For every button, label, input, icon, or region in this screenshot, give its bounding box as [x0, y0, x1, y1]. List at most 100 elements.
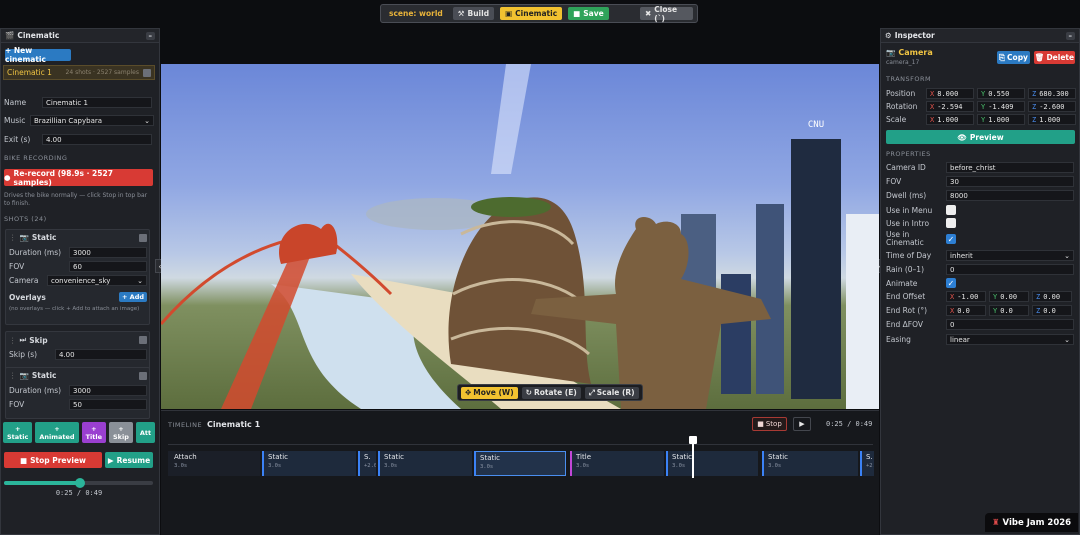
duration-input[interactable]: 3000 — [69, 385, 147, 396]
segment-title: Static — [480, 454, 501, 462]
scale-z-value: 1.000 — [1039, 115, 1061, 124]
fov-label: FOV — [886, 177, 902, 186]
save-button[interactable]: ■ Save — [568, 7, 609, 20]
progress-slider[interactable] — [4, 478, 153, 488]
cinematic-item-meta: 24 shots · 2527 samples — [65, 69, 139, 76]
add-shot-button[interactable]: + Skip — [109, 422, 133, 443]
preview-button[interactable]: 👁 Preview — [886, 130, 1075, 144]
3d-viewport[interactable]: CNU ✥ Move (W) ↻ Rotate (E) ⤢ Scale (R) — [161, 64, 879, 409]
fov-input[interactable]: 60 — [69, 261, 147, 272]
end-offset-x-value: -1.00 — [957, 292, 979, 301]
rotation-z-input[interactable]: Z -2.600 — [1028, 101, 1076, 112]
timeline-segment[interactable]: S. +2.0 — [860, 451, 874, 476]
time-of-day-select[interactable]: inherit ⌄ — [946, 250, 1074, 261]
stop-preview-button[interactable]: ■ Stop Preview — [4, 452, 102, 468]
use-in-cinematic-checkbox[interactable]: ✓ — [946, 234, 956, 244]
trash-icon[interactable] — [139, 233, 147, 242]
scale-x-input[interactable]: X 1.000 — [926, 114, 974, 125]
rotation-y-input[interactable]: Y -1.409 — [977, 101, 1025, 112]
cinematic-list-item[interactable]: Cinematic 1 24 shots · 2527 samples — [3, 65, 155, 80]
timeline-stop-button[interactable]: ■ Stop — [752, 417, 787, 431]
end-rot-y-input[interactable]: Y 0.0 — [989, 305, 1029, 316]
cinematic-panel-header: 🎬 Cinematic – — [1, 29, 159, 43]
position-y-input[interactable]: Y 0.550 — [977, 88, 1025, 99]
add-shot-button[interactable]: + Animated — [35, 422, 79, 443]
end-offset-z-input[interactable]: Z 0.00 — [1032, 291, 1072, 302]
timeline-stop-label: Stop — [765, 420, 782, 428]
progress-fill — [4, 481, 80, 485]
end-dfov-input[interactable]: 0 — [946, 319, 1074, 330]
position-z-input[interactable]: Z 680.300 — [1028, 88, 1076, 99]
add-shot-button[interactable]: + Title — [81, 422, 106, 443]
new-cinematic-button[interactable]: + New cinematic — [5, 46, 71, 64]
timeline-play-button[interactable]: ▶ — [793, 417, 811, 431]
end-rot-z-input[interactable]: Z 0.0 — [1032, 305, 1072, 316]
rotation-x-input[interactable]: X -2.594 — [926, 101, 974, 112]
close-button[interactable]: ✖ Close (`) — [640, 5, 693, 23]
scale-y-input[interactable]: Y 1.000 — [977, 114, 1025, 125]
tool-button[interactable]: ✥ Move (W) — [461, 386, 518, 399]
timeline-segment[interactable]: Static 3.0s — [262, 451, 356, 476]
add-shot-button[interactable]: Att — [135, 422, 156, 443]
dwell-input[interactable]: 8000 — [946, 190, 1074, 201]
timeline-segment[interactable]: Static 3.0s — [378, 451, 472, 476]
bike-recording-heading: BIKE RECORDING — [4, 154, 68, 162]
exit-input[interactable]: 4.00 — [42, 134, 152, 145]
drag-handle[interactable]: ⋮ — [9, 371, 17, 380]
name-input[interactable]: Cinematic 1 — [42, 97, 152, 108]
trash-icon[interactable] — [143, 68, 151, 77]
segment-duration: 3.0s — [384, 463, 398, 469]
progress-thumb[interactable] — [74, 478, 85, 488]
vibe-jam-badge[interactable]: ♜ Vibe Jam 2026 — [985, 513, 1078, 532]
camera-icon: 📷 — [19, 371, 29, 380]
end-offset-y-input[interactable]: Y 0.00 — [989, 291, 1029, 302]
music-select[interactable]: Brazillian Capybara ⌄ — [30, 115, 154, 126]
add-shot-button[interactable]: + Static — [3, 422, 33, 443]
delete-button[interactable]: 🗑 Delete — [1034, 51, 1075, 64]
playhead[interactable] — [692, 438, 694, 478]
cinematic-button[interactable]: ▣ Cinematic — [500, 7, 563, 20]
chevron-down-icon: ⌄ — [1064, 251, 1070, 260]
fov-input[interactable]: 30 — [946, 176, 1074, 187]
shot-card: ⋮ 📷 Static Duration (ms) 3000 FOV 60 Camera c… — [5, 229, 150, 325]
easing-select[interactable]: linear ⌄ — [946, 334, 1074, 345]
add-overlay-button[interactable]: + Add — [118, 292, 147, 302]
drag-handle[interactable]: ⋮ — [9, 336, 17, 345]
drag-handle[interactable]: ⋮ — [9, 233, 17, 242]
timeline-segment[interactable]: S. +2.0 — [358, 451, 376, 476]
animate-checkbox[interactable]: ✓ — [946, 278, 956, 288]
scale-z-input[interactable]: Z 1.000 — [1028, 114, 1076, 125]
tool-button[interactable]: ↻ Rotate (E) — [521, 386, 581, 399]
trash-icon[interactable] — [139, 371, 147, 380]
timeline-segment[interactable]: Attach 3.0s — [168, 451, 260, 476]
camera-select[interactable]: convenience_sky ⌄ — [47, 275, 147, 286]
timeline-segment[interactable]: Static 3.0s — [474, 451, 566, 476]
end-offset-x-input[interactable]: X -1.00 — [946, 291, 986, 302]
skip-input[interactable]: 4.00 — [55, 349, 147, 360]
minimize-button[interactable]: – — [145, 31, 155, 40]
fov-input[interactable]: 50 — [69, 399, 147, 410]
timeline-segment[interactable]: Static 3.0s — [762, 451, 858, 476]
position-y-value: 0.550 — [988, 89, 1010, 98]
trash-icon[interactable] — [139, 336, 147, 344]
rain-input[interactable]: 0 — [946, 264, 1074, 275]
tool-button[interactable]: ⤢ Scale (R) — [584, 386, 639, 399]
copy-button[interactable]: ⎘ Copy — [997, 51, 1030, 64]
timeline-segment[interactable]: Static 3.0s — [666, 451, 758, 476]
minimize-button[interactable]: – — [1065, 31, 1075, 40]
preview-label: Preview — [969, 132, 1004, 142]
position-x-input[interactable]: X 8.000 — [926, 88, 974, 99]
use-in-menu-checkbox[interactable] — [946, 205, 956, 215]
resume-button[interactable]: ▶ Resume — [105, 452, 153, 468]
segment-duration: 3.0s — [768, 463, 782, 469]
timeline-name: Cinematic 1 — [207, 420, 261, 429]
overlays-label: Overlays — [9, 292, 46, 302]
build-button[interactable]: ⚒ Build — [452, 7, 495, 20]
playhead-handle[interactable] — [689, 436, 697, 444]
end-rot-x-input[interactable]: X 0.0 — [946, 305, 986, 316]
duration-input[interactable]: 3000 — [69, 247, 147, 258]
timeline-segment[interactable]: Title 3.0s — [570, 451, 664, 476]
camera-id-input[interactable]: before_christ — [946, 162, 1074, 173]
rerecord-button[interactable]: ● Re-record (98.9s · 2527 samples) — [4, 169, 153, 187]
use-in-intro-checkbox[interactable] — [946, 218, 956, 228]
